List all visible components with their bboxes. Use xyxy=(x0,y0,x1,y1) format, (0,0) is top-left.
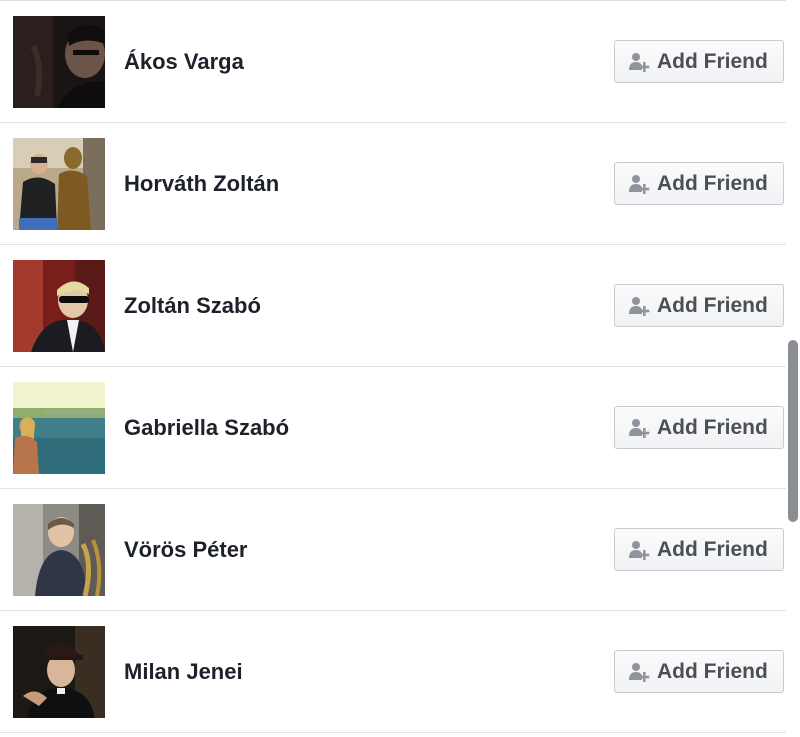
profile-photo xyxy=(13,260,105,352)
friend-name[interactable]: Gabriella Szabó xyxy=(124,367,289,489)
friend-name[interactable]: Milan Jenei xyxy=(124,611,243,733)
add-friend-button[interactable]: Add Friend xyxy=(614,650,784,693)
add-friend-icon xyxy=(629,540,650,560)
list-item: Milan Jenei Add Friend xyxy=(0,611,786,733)
add-friend-icon xyxy=(629,662,650,682)
friend-suggestions-screen: Ákos Varga Add Friend Horváth Zoltán Add… xyxy=(0,0,800,737)
add-friend-label: Add Friend xyxy=(657,659,768,683)
add-friend-icon xyxy=(629,52,650,72)
avatar[interactable] xyxy=(13,504,105,596)
list-item: Ákos Varga Add Friend xyxy=(0,1,786,123)
friend-name[interactable]: Horváth Zoltán xyxy=(124,123,279,245)
add-friend-button[interactable]: Add Friend xyxy=(614,162,784,205)
avatar[interactable] xyxy=(13,260,105,352)
avatar[interactable] xyxy=(13,382,105,474)
list-item: Gabriella Szabó Add Friend xyxy=(0,367,786,489)
profile-photo xyxy=(13,138,105,230)
add-friend-button[interactable]: Add Friend xyxy=(614,40,784,83)
add-friend-label: Add Friend xyxy=(657,49,768,73)
add-friend-label: Add Friend xyxy=(657,537,768,561)
friend-name[interactable]: Vörös Péter xyxy=(124,489,248,611)
add-friend-label: Add Friend xyxy=(657,415,768,439)
avatar[interactable] xyxy=(13,16,105,108)
add-friend-button[interactable]: Add Friend xyxy=(614,528,784,571)
add-friend-button[interactable]: Add Friend xyxy=(614,406,784,449)
avatar[interactable] xyxy=(13,138,105,230)
add-friend-icon xyxy=(629,418,650,438)
list-item: Vörös Péter Add Friend xyxy=(0,489,786,611)
add-friend-button[interactable]: Add Friend xyxy=(614,284,784,327)
friend-suggestion-list: Ákos Varga Add Friend Horváth Zoltán Add… xyxy=(0,0,786,733)
vertical-scrollbar[interactable] xyxy=(786,0,800,737)
list-item: Horváth Zoltán Add Friend xyxy=(0,123,786,245)
add-friend-icon xyxy=(629,174,650,194)
profile-photo xyxy=(13,626,105,718)
avatar[interactable] xyxy=(13,626,105,718)
friend-name[interactable]: Ákos Varga xyxy=(124,1,244,123)
profile-photo xyxy=(13,16,105,108)
add-friend-label: Add Friend xyxy=(657,171,768,195)
profile-photo xyxy=(13,382,105,474)
list-item: Zoltán Szabó Add Friend xyxy=(0,245,786,367)
friend-name[interactable]: Zoltán Szabó xyxy=(124,245,261,367)
profile-photo xyxy=(13,504,105,596)
add-friend-label: Add Friend xyxy=(657,293,768,317)
scrollbar-thumb[interactable] xyxy=(788,340,798,522)
add-friend-icon xyxy=(629,296,650,316)
